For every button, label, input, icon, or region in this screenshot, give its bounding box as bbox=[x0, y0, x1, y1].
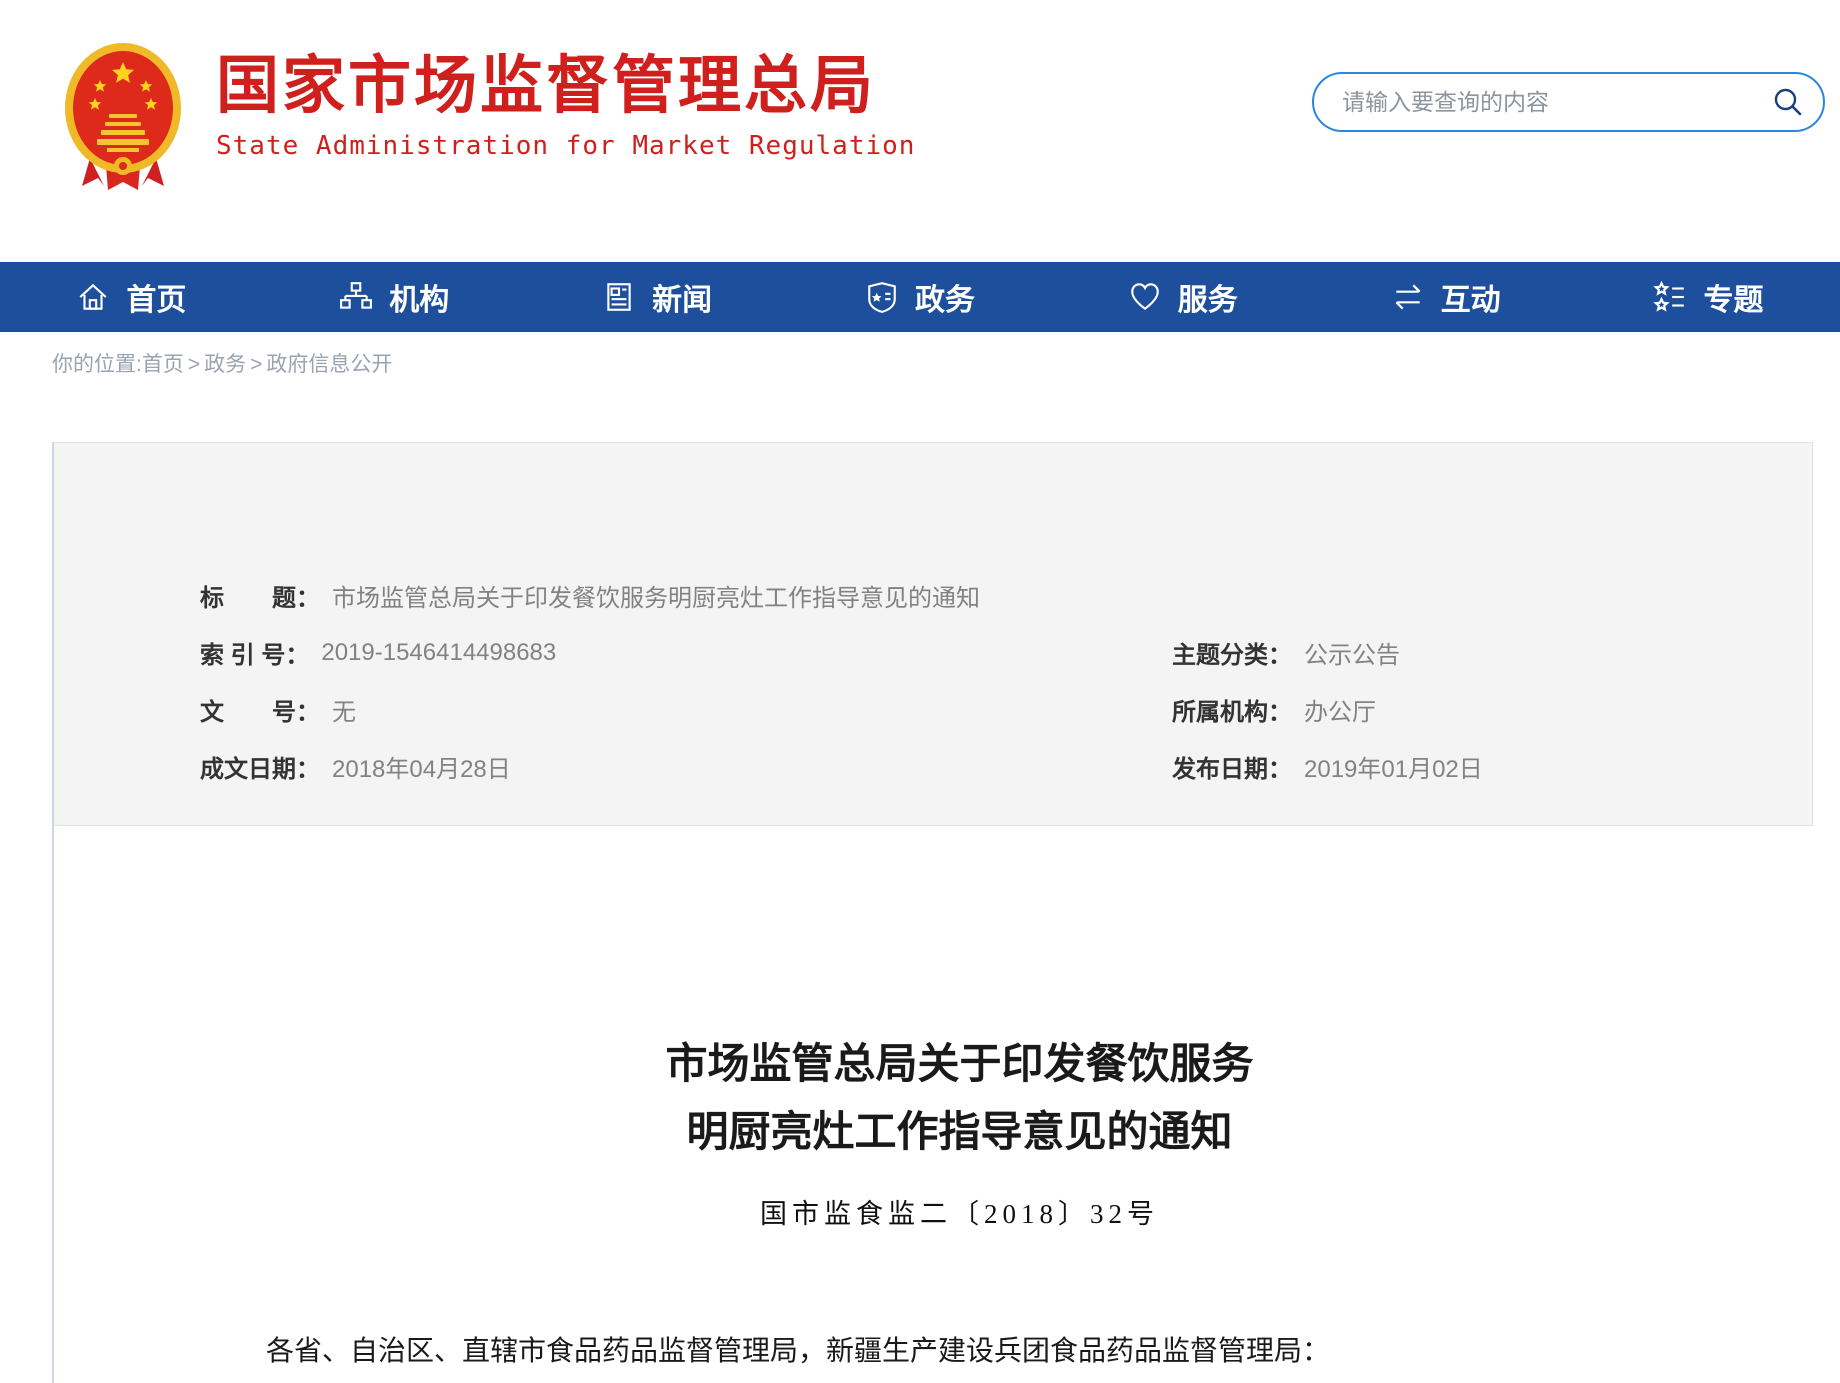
site-title-en: State Administration for Market Regulati… bbox=[216, 131, 915, 161]
breadcrumb-prefix: 你的位置: bbox=[52, 353, 142, 376]
nav-item-label: 政务 bbox=[915, 275, 975, 319]
breadcrumb-separator: > bbox=[250, 353, 262, 376]
nav-item-interact[interactable]: 互动 bbox=[1391, 275, 1501, 319]
nav-item-org[interactable]: 机构 bbox=[339, 275, 449, 319]
meta-label-title: 标 题： bbox=[200, 578, 320, 613]
breadcrumb: 你的位置:首页>政务>政府信息公开 bbox=[52, 348, 392, 382]
document-text: 各省、自治区、直辖市食品药品监督管理局，新疆生产建设兵团食品药品监督管理局： 为… bbox=[266, 1325, 1653, 1383]
meta-value-index: 2019-1546414498683 bbox=[321, 639, 556, 667]
meta-row-empty bbox=[1172, 567, 1812, 624]
document-paragraph: 各省、自治区、直辖市食品药品监督管理局，新疆生产建设兵团食品药品监督管理局： bbox=[266, 1325, 1653, 1378]
meta-row-written-date: 成文日期： 2018年04月28日 bbox=[200, 738, 1172, 795]
meta-value-title: 市场监管总局关于印发餐饮服务明厨亮灶工作指导意见的通知 bbox=[332, 578, 980, 613]
meta-label-publish-date: 发布日期： bbox=[1172, 749, 1292, 784]
content-container: 标 题： 市场监管总局关于印发餐饮服务明厨亮灶工作指导意见的通知 索 引 号： … bbox=[52, 442, 1813, 1383]
nav-item-label: 专题 bbox=[1703, 275, 1763, 319]
document-paragraph: 为督促餐饮服务提供者加强食品安全管理，诚信守法经营，规范公开加工过程,推动餐饮服… bbox=[266, 1378, 1653, 1383]
search-icon[interactable] bbox=[1771, 85, 1805, 119]
nav-item-gov[interactable]: 政务 bbox=[865, 275, 975, 319]
meta-row-index: 索 引 号： 2019-1546414498683 bbox=[200, 624, 1172, 681]
meta-label-docno: 文 号： bbox=[200, 692, 320, 727]
meta-label-category: 主题分类： bbox=[1172, 635, 1292, 670]
meta-value-written-date: 2018年04月28日 bbox=[332, 749, 511, 784]
breadcrumb-separator: > bbox=[188, 353, 200, 376]
document-title-line1: 市场监管总局关于印发餐饮服务 bbox=[665, 1040, 1253, 1087]
meta-row-office: 所属机构： 办公厅 bbox=[1172, 681, 1812, 738]
nav-item-news[interactable]: 新闻 bbox=[602, 275, 712, 319]
document-body-section: 市场监管总局关于印发餐饮服务 明厨亮灶工作指导意见的通知 国市监食监二〔2018… bbox=[52, 826, 1813, 1383]
star-list-icon bbox=[1653, 280, 1687, 314]
brand-text: 国家市场监督管理总局 State Administration for Mark… bbox=[216, 52, 915, 161]
breadcrumb-link-info[interactable]: 政府信息公开 bbox=[266, 353, 392, 376]
nav-item-label: 首页 bbox=[126, 275, 186, 319]
nav-item-topics[interactable]: 专题 bbox=[1653, 275, 1763, 319]
page: 国家市场监督管理总局 State Administration for Mark… bbox=[0, 0, 1840, 1383]
national-emblem-icon bbox=[62, 40, 184, 192]
heart-icon bbox=[1128, 280, 1162, 314]
home-icon bbox=[76, 280, 110, 314]
meta-value-publish-date: 2019年01月02日 bbox=[1304, 749, 1483, 784]
meta-row-title: 标 题： 市场监管总局关于印发餐饮服务明厨亮灶工作指导意见的通知 bbox=[200, 567, 1172, 624]
document-title-line2: 明厨亮灶工作指导意见的通知 bbox=[686, 1108, 1232, 1155]
meta-value-category: 公示公告 bbox=[1304, 635, 1400, 670]
nav-item-label: 服务 bbox=[1178, 275, 1238, 319]
meta-label-index: 索 引 号： bbox=[200, 635, 309, 670]
org-chart-icon bbox=[339, 280, 373, 314]
meta-row-category: 主题分类： 公示公告 bbox=[1172, 624, 1812, 681]
meta-row-docno: 文 号： 无 bbox=[200, 681, 1172, 738]
shield-star-icon bbox=[865, 280, 899, 314]
site-title-cn: 国家市场监督管理总局 bbox=[216, 52, 915, 121]
main-nav: 首页 机构 新闻 政务 bbox=[0, 262, 1840, 332]
nav-item-label: 新闻 bbox=[652, 275, 712, 319]
document-title: 市场监管总局关于印发餐饮服务 明厨亮灶工作指导意见的通知 bbox=[266, 1030, 1653, 1166]
news-icon bbox=[602, 280, 636, 314]
swap-arrows-icon bbox=[1391, 280, 1425, 314]
nav-item-service[interactable]: 服务 bbox=[1128, 275, 1238, 319]
document-meta-panel: 标 题： 市场监管总局关于印发餐饮服务明厨亮灶工作指导意见的通知 索 引 号： … bbox=[52, 442, 1813, 826]
site-header: 国家市场监督管理总局 State Administration for Mark… bbox=[0, 0, 1840, 262]
breadcrumb-link-gov[interactable]: 政务 bbox=[204, 353, 246, 376]
nav-item-home[interactable]: 首页 bbox=[76, 275, 186, 319]
breadcrumb-link-home[interactable]: 首页 bbox=[142, 353, 184, 376]
meta-value-office: 办公厅 bbox=[1304, 692, 1376, 727]
meta-value-docno: 无 bbox=[332, 692, 356, 727]
meta-label-written-date: 成文日期： bbox=[200, 749, 320, 784]
nav-item-label: 机构 bbox=[389, 275, 449, 319]
search-box bbox=[1312, 72, 1825, 132]
meta-row-publish-date: 发布日期： 2019年01月02日 bbox=[1172, 738, 1812, 795]
nav-item-label: 互动 bbox=[1441, 275, 1501, 319]
meta-label-office: 所属机构： bbox=[1172, 692, 1292, 727]
search-input[interactable] bbox=[1340, 88, 1771, 117]
document-number: 国市监食监二〔2018〕32号 bbox=[266, 1192, 1653, 1231]
